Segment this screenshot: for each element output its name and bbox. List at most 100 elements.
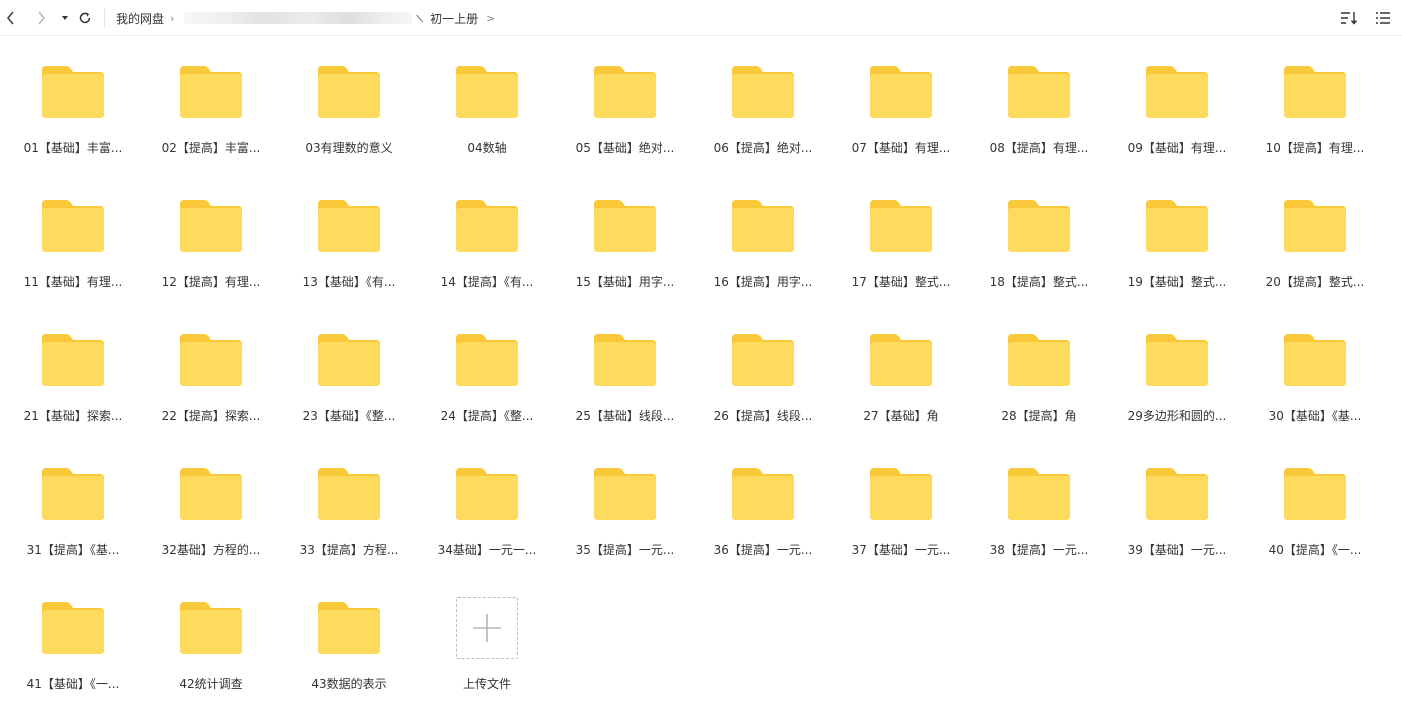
folder-name: 05【基础】绝对... (575, 141, 675, 155)
folder-item[interactable]: 05【基础】绝对... (556, 58, 694, 192)
folder-item[interactable]: 29多边形和圆的... (1108, 326, 1246, 460)
caret-down-icon (62, 16, 68, 20)
folder-name: 26【提高】线段... (713, 409, 813, 423)
folder-name: 42统计调查 (179, 677, 243, 691)
forward-button[interactable] (30, 7, 52, 29)
folder-item[interactable]: 36【提高】一元... (694, 460, 832, 594)
breadcrumb-separator-icon: \ (415, 11, 425, 25)
folder-item[interactable]: 12【提高】有理... (142, 192, 280, 326)
folder-name: 25【基础】线段... (575, 409, 675, 423)
folder-item[interactable]: 02【提高】丰富... (142, 58, 280, 192)
folder-item[interactable]: 07【基础】有理... (832, 58, 970, 192)
view-tools (1338, 7, 1394, 29)
toolbar-divider (104, 9, 105, 27)
folder-item[interactable]: 38【提高】一元... (970, 460, 1108, 594)
folder-item[interactable]: 26【提高】线段... (694, 326, 832, 460)
folder-item[interactable]: 33【提高】方程... (280, 460, 418, 594)
folder-item[interactable]: 28【提高】角 (970, 326, 1108, 460)
folder-icon (42, 200, 104, 252)
folder-name: 31【提高】《基... (26, 543, 120, 557)
folder-name: 39【基础】一元... (1127, 543, 1227, 557)
folder-icon (318, 66, 380, 118)
folder-item[interactable]: 21【基础】探索... (4, 326, 142, 460)
folder-item[interactable]: 10【提高】有理... (1246, 58, 1384, 192)
folder-item[interactable]: 27【基础】角 (832, 326, 970, 460)
folder-icon (1008, 468, 1070, 520)
chevron-left-icon (6, 11, 14, 25)
folder-name: 02【提高】丰富... (161, 141, 261, 155)
folder-icon (318, 468, 380, 520)
folder-icon (456, 200, 518, 252)
folder-item[interactable]: 42统计调查 (142, 594, 280, 728)
folder-name: 15【基础】用字... (575, 275, 675, 289)
folder-item[interactable]: 09【基础】有理... (1108, 58, 1246, 192)
folder-item[interactable]: 14【提高】《有... (418, 192, 556, 326)
folder-item[interactable]: 24【提高】《整... (418, 326, 556, 460)
folder-name: 30【基础】《基... (1268, 409, 1362, 423)
breadcrumb-current[interactable]: 初一上册 (430, 10, 478, 27)
folder-name: 28【提高】角 (1001, 409, 1077, 423)
folder-item[interactable]: 15【基础】用字... (556, 192, 694, 326)
refresh-icon (79, 12, 91, 24)
folder-name: 11【基础】有理... (23, 275, 123, 289)
upload-file-button[interactable]: 上传文件 (418, 594, 556, 728)
folder-name: 37【基础】一元... (851, 543, 951, 557)
folder-item[interactable]: 25【基础】线段... (556, 326, 694, 460)
folder-icon (1146, 66, 1208, 118)
folder-icon (456, 334, 518, 386)
folder-item[interactable]: 04数轴 (418, 58, 556, 192)
upload-file-label: 上传文件 (462, 677, 511, 691)
back-button[interactable] (0, 7, 22, 29)
folder-item[interactable]: 08【提高】有理... (970, 58, 1108, 192)
folder-icon (870, 334, 932, 386)
folder-name: 12【提高】有理... (161, 275, 261, 289)
list-view-icon (1376, 12, 1390, 24)
breadcrumb-separator-icon: › (170, 11, 175, 25)
folder-icon (1008, 200, 1070, 252)
folder-name: 19【基础】整式... (1127, 275, 1227, 289)
folder-icon (42, 334, 104, 386)
list-view-button[interactable] (1372, 7, 1394, 29)
folder-icon (1008, 334, 1070, 386)
sort-button[interactable] (1338, 7, 1360, 29)
folder-name: 27【基础】角 (863, 409, 939, 423)
folder-item[interactable]: 16【提高】用字... (694, 192, 832, 326)
folder-item[interactable]: 17【基础】整式... (832, 192, 970, 326)
folder-icon (1284, 334, 1346, 386)
folder-item[interactable]: 19【基础】整式... (1108, 192, 1246, 326)
folder-name: 38【提高】一元... (989, 543, 1089, 557)
folder-item[interactable]: 01【基础】丰富... (4, 58, 142, 192)
folder-item[interactable]: 03有理数的意义 (280, 58, 418, 192)
folder-item[interactable]: 35【提高】一元... (556, 460, 694, 594)
breadcrumb-root[interactable]: 我的网盘 (116, 10, 164, 27)
folder-name: 04数轴 (467, 141, 507, 155)
folder-name: 17【基础】整式... (851, 275, 951, 289)
folder-name: 10【提高】有理... (1265, 141, 1365, 155)
folder-icon (180, 602, 242, 654)
folder-item[interactable]: 34基础】一元一... (418, 460, 556, 594)
folder-name: 14【提高】《有... (440, 275, 534, 289)
folder-item[interactable]: 13【基础】《有... (280, 192, 418, 326)
folder-item[interactable]: 11【基础】有理... (4, 192, 142, 326)
folder-name: 33【提高】方程... (299, 543, 399, 557)
folder-icon (870, 66, 932, 118)
breadcrumb-expand-icon[interactable]: > (486, 12, 495, 25)
folder-icon (318, 334, 380, 386)
folder-item[interactable]: 06【提高】绝对... (694, 58, 832, 192)
folder-item[interactable]: 43数据的表示 (280, 594, 418, 728)
folder-item[interactable]: 23【基础】《整... (280, 326, 418, 460)
folder-item[interactable]: 18【提高】整式... (970, 192, 1108, 326)
folder-item[interactable]: 40【提高】《一... (1246, 460, 1384, 594)
folder-item[interactable]: 41【基础】《一... (4, 594, 142, 728)
refresh-button[interactable] (74, 7, 96, 29)
folder-icon (1284, 66, 1346, 118)
folder-item[interactable]: 22【提高】探索... (142, 326, 280, 460)
folder-item[interactable]: 30【基础】《基... (1246, 326, 1384, 460)
folder-item[interactable]: 31【提高】《基... (4, 460, 142, 594)
folder-item[interactable]: 39【基础】一元... (1108, 460, 1246, 594)
folder-item[interactable]: 37【基础】一元... (832, 460, 970, 594)
history-dropdown-button[interactable] (54, 7, 76, 29)
folder-item[interactable]: 20【提高】整式... (1246, 192, 1384, 326)
folder-icon (1284, 200, 1346, 252)
folder-item[interactable]: 32基础】方程的... (142, 460, 280, 594)
